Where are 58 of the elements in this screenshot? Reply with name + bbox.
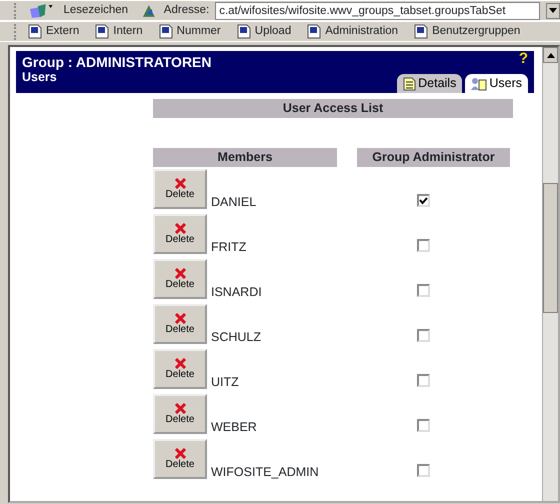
member-name: UITZ	[210, 375, 240, 389]
page-icon	[158, 24, 173, 39]
bookmark-link[interactable]: Benutzergruppen	[414, 22, 520, 40]
member-name: FRITZ	[210, 240, 248, 254]
delete-icon	[174, 448, 186, 459]
column-header: Group Administrator	[357, 148, 510, 167]
delete-button[interactable]: Delete	[153, 259, 207, 299]
member-name: WEBER	[210, 420, 258, 434]
page-subtitle: Users	[22, 70, 58, 84]
delete-icon	[174, 403, 186, 414]
scroll-up-button[interactable]	[543, 47, 558, 63]
delete-button[interactable]: Delete	[153, 439, 207, 479]
scrollbar-thumb[interactable]	[543, 183, 558, 313]
page-icon	[95, 24, 110, 39]
admin-checkbox[interactable]	[417, 464, 430, 477]
page-icon	[307, 24, 322, 39]
bookmark-link[interactable]: Nummer	[158, 22, 221, 40]
delete-button[interactable]: Delete	[153, 394, 207, 434]
delete-button[interactable]: Delete	[153, 214, 207, 254]
column-header: Members	[153, 148, 337, 167]
address-field[interactable]: c.at/wifosites/wifosite.wwv_groups_tabset.groupsTabSet	[215, 2, 540, 20]
admin-checkbox[interactable]	[417, 374, 430, 387]
member-name: WIFOSITE_ADMIN	[210, 465, 320, 479]
admin-checkbox[interactable]	[417, 284, 430, 297]
delete-icon	[174, 313, 186, 324]
page-icon	[236, 24, 251, 39]
help-icon[interactable]: ?	[518, 51, 528, 67]
group-title: Group : ADMINISTRATOREN	[22, 54, 212, 70]
users-icon	[471, 76, 488, 90]
admin-checkbox[interactable]	[417, 419, 430, 432]
bookmark-link[interactable]: Administration	[307, 22, 398, 40]
admin-checkbox[interactable]	[417, 194, 430, 207]
member-name: DANIEL	[210, 195, 258, 209]
delete-button[interactable]: Delete	[153, 304, 207, 344]
caret-icon	[549, 8, 558, 13]
bookmark-link[interactable]: Intern	[95, 22, 143, 40]
admin-checkbox[interactable]	[417, 239, 430, 252]
delete-icon	[174, 178, 186, 189]
bookmark-link[interactable]: Upload	[236, 22, 292, 40]
member-name: ISNARDI	[210, 285, 263, 299]
delete-icon	[174, 223, 186, 234]
address-label: Adresse:	[164, 2, 210, 18]
bookmarks-label[interactable]: Lesezeichen	[64, 2, 128, 20]
document-icon	[403, 76, 416, 90]
tab[interactable]: Users	[465, 74, 528, 93]
page-icon	[28, 24, 42, 39]
page-icon	[414, 24, 428, 39]
delete-button[interactable]: Delete	[153, 169, 207, 209]
section-title: User Access List	[153, 99, 513, 118]
delete-icon	[174, 358, 186, 369]
delete-icon	[174, 268, 186, 279]
bookmark-link[interactable]: Extern	[28, 22, 80, 40]
member-name: SCHULZ	[210, 330, 262, 344]
admin-checkbox[interactable]	[417, 329, 430, 342]
delete-button[interactable]: Delete	[153, 349, 207, 389]
tab[interactable]: Details	[397, 74, 462, 93]
dropdown-button[interactable]	[546, 2, 560, 18]
caret-icon	[546, 52, 554, 58]
